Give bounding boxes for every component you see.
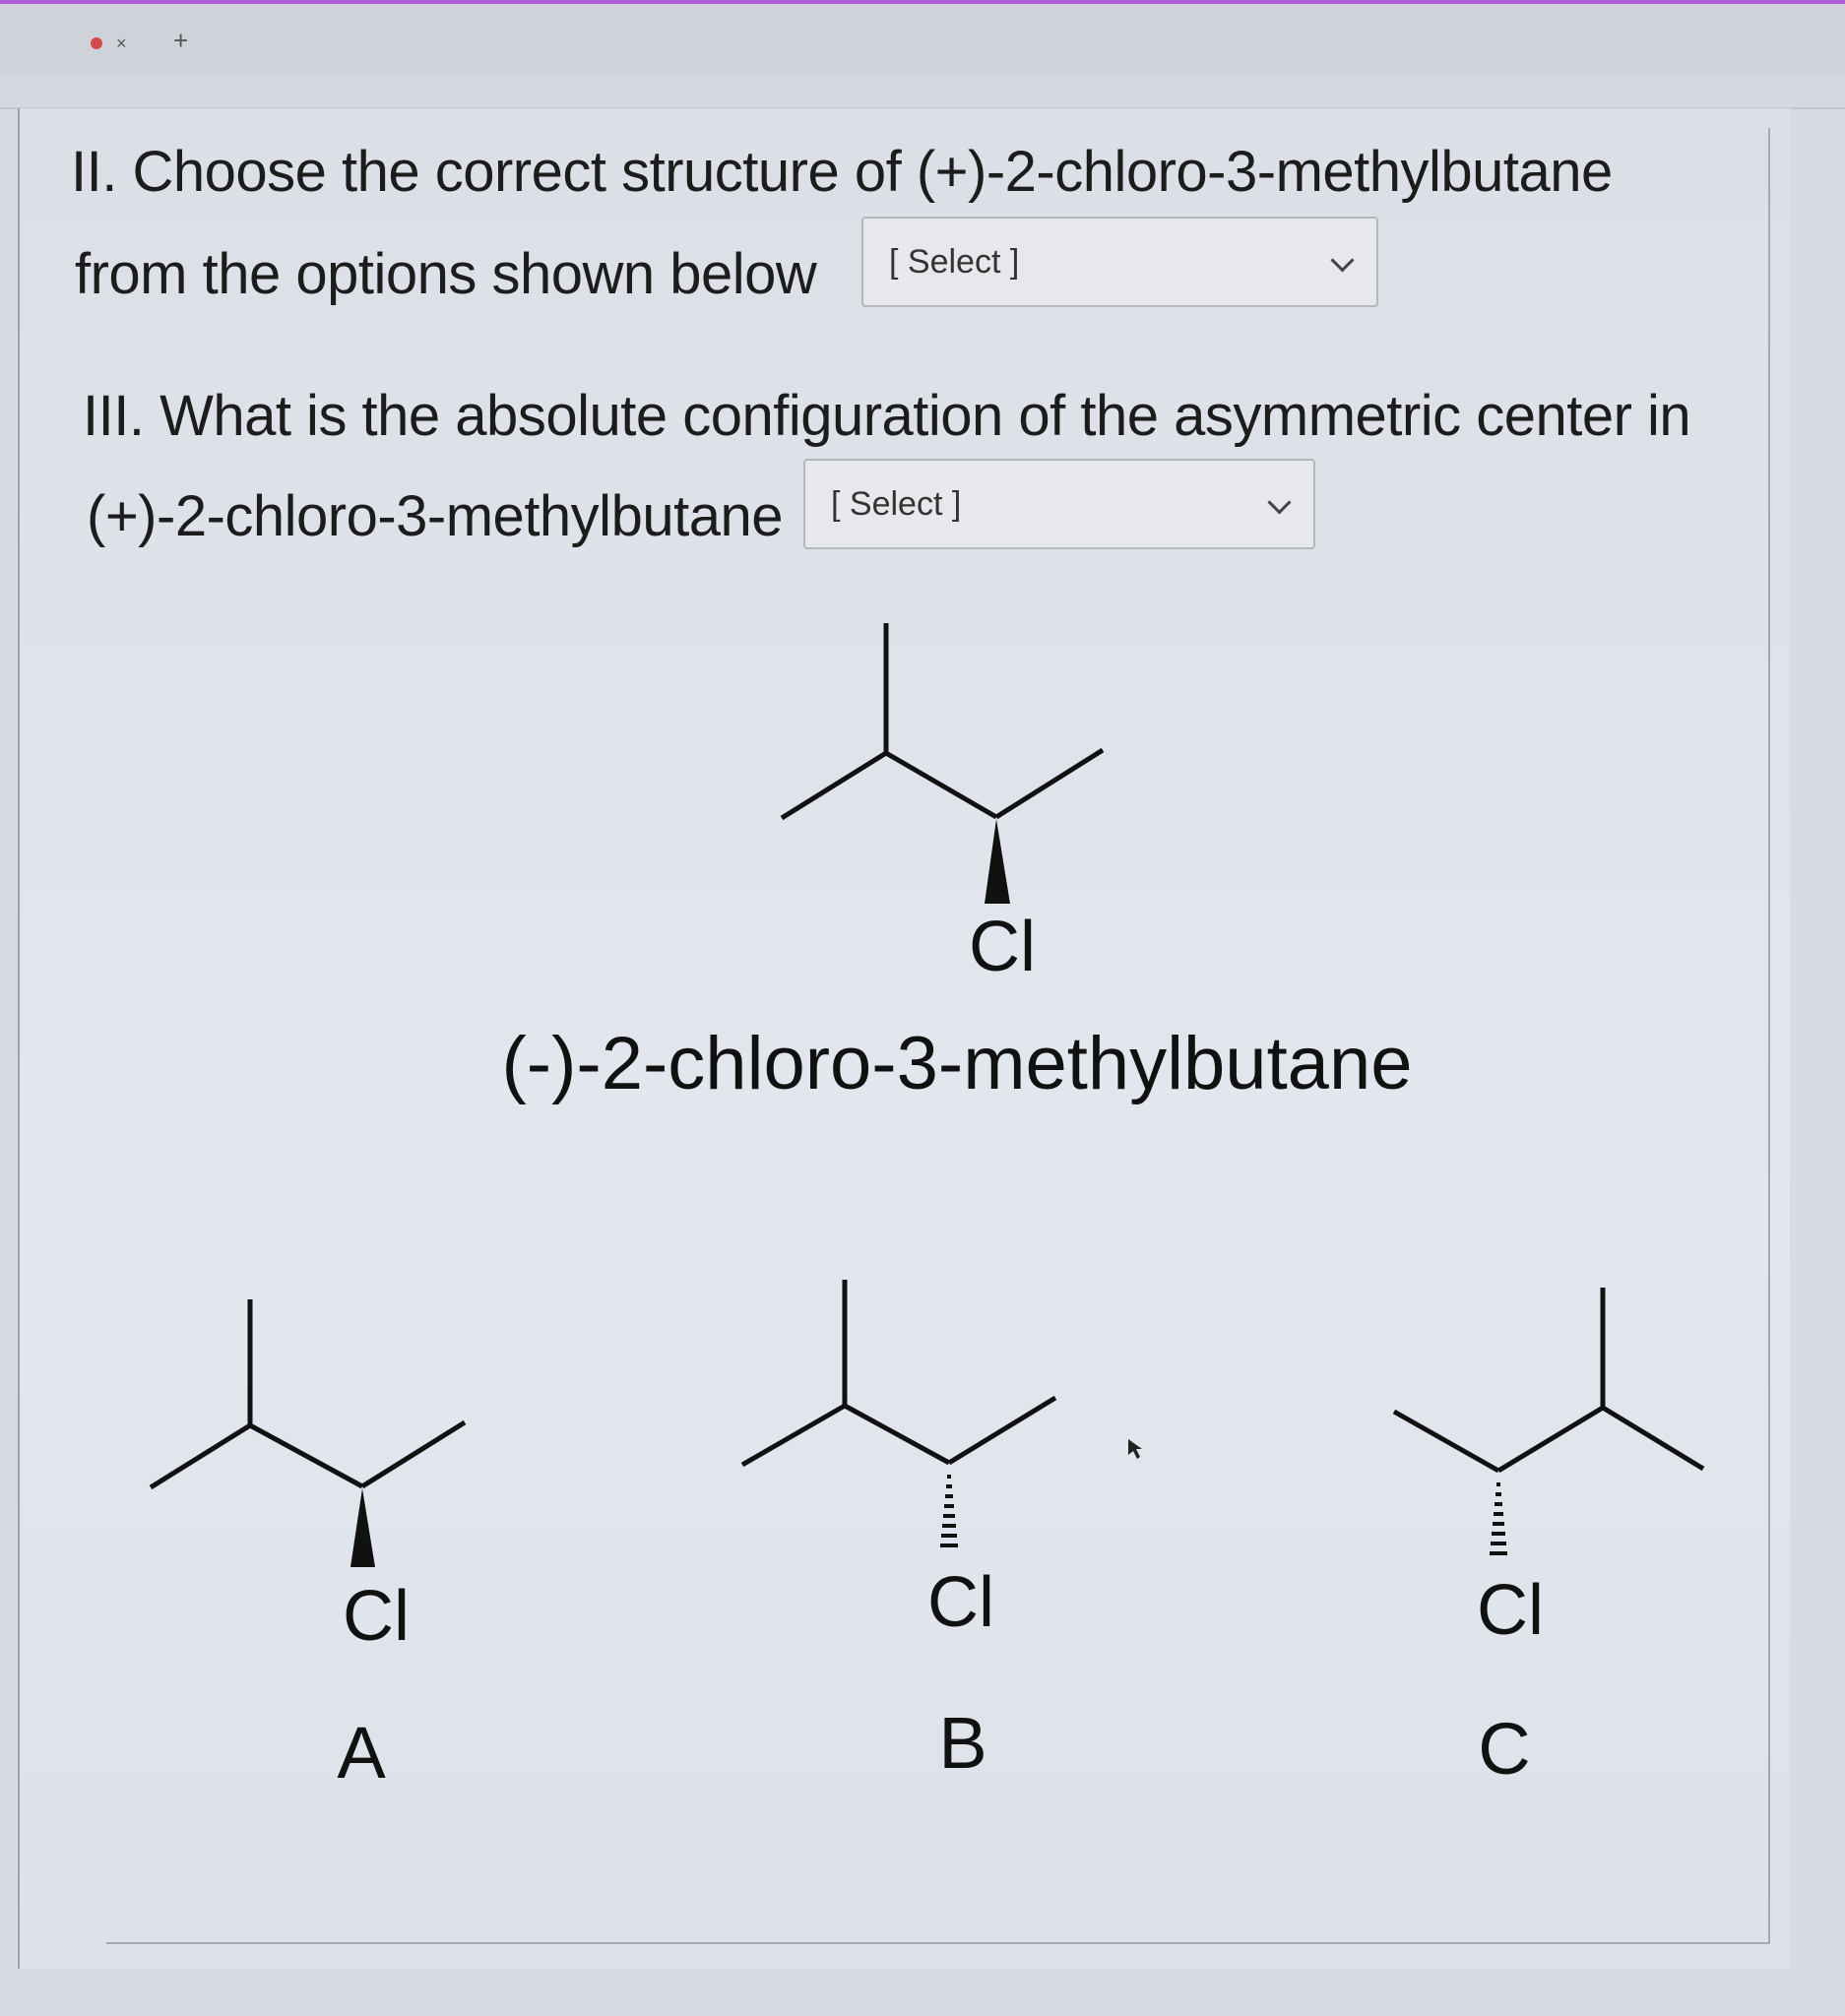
new-tab-button[interactable]: +	[173, 26, 188, 56]
quiz-page: II. Choose the correct structure of (+)-…	[18, 108, 1790, 1969]
reference-caption: (-)-2-chloro-3-methylbutane	[502, 1022, 1413, 1105]
chlorine-label: Cl	[1477, 1571, 1544, 1650]
option-a-structure: Cl A	[149, 1299, 467, 1794]
wedge-bond	[985, 819, 1010, 904]
recording-dot-icon	[91, 37, 102, 49]
structures-figure: Cl (-)-2-chloro-3-methylbutane Cl A Cl B…	[149, 623, 1705, 1794]
mouse-cursor-icon	[1128, 1439, 1142, 1459]
option-label-c: C	[1478, 1708, 1530, 1790]
tab-close-icon[interactable]: ×	[116, 33, 127, 54]
browser-tab-bar: × +	[0, 0, 1845, 74]
chlorine-label: Cl	[343, 1577, 410, 1656]
browser-tab[interactable]: ×	[91, 20, 159, 67]
chlorine-label: Cl	[927, 1563, 994, 1642]
dashed-wedge-bond	[1490, 1482, 1507, 1555]
option-b-structure: Cl B	[740, 1280, 1057, 1784]
option-label-a: A	[337, 1712, 386, 1794]
browser-toolbar	[0, 74, 1845, 109]
reference-structure: Cl (-)-2-chloro-3-methylbutane	[502, 623, 1413, 1105]
option-label-b: B	[938, 1702, 986, 1784]
wedge-bond	[350, 1488, 375, 1567]
option-c-structure: Cl C	[1392, 1288, 1705, 1790]
dashed-wedge-bond	[940, 1475, 958, 1547]
chlorine-label: Cl	[969, 908, 1036, 986]
